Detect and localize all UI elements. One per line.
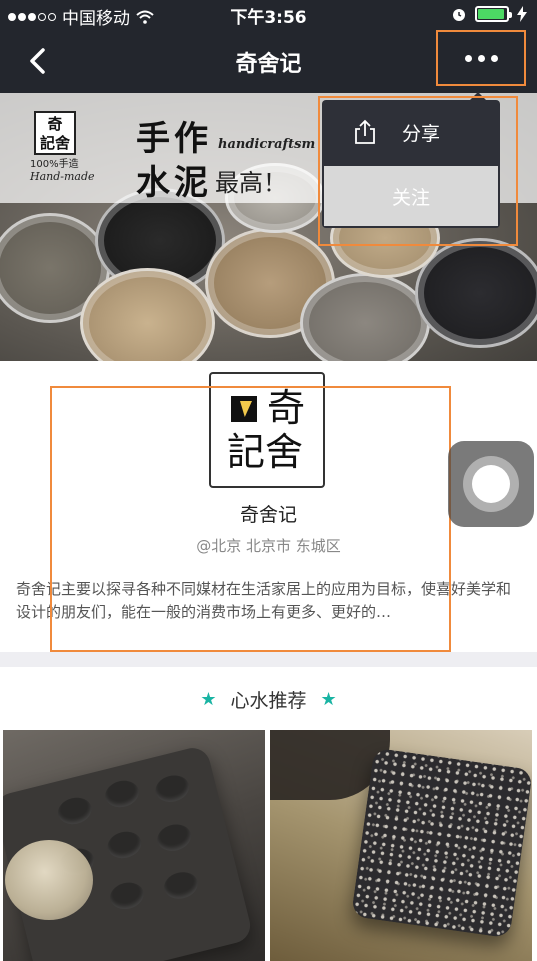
status-bar: 中国移动 下午3:56 xyxy=(0,0,537,30)
star-icon: ★ xyxy=(320,689,337,710)
banner-headline-2: 水泥 xyxy=(136,163,212,203)
banner-headline-en: handicraftsm xyxy=(218,137,316,152)
popup-menu: 分享 关注 xyxy=(322,92,500,228)
more-dot-icon xyxy=(464,54,472,62)
recommend-header: ★ 心水推荐 ★ xyxy=(0,686,537,713)
menu-item-follow[interactable]: 关注 xyxy=(324,166,498,226)
cup-image xyxy=(300,273,430,361)
top-bar: 中国移动 下午3:56 奇舍记 xyxy=(0,0,537,93)
banner-headline-3: 最高！ xyxy=(215,169,287,197)
product-card-right[interactable] xyxy=(270,730,532,961)
assistive-touch-button[interactable] xyxy=(448,441,534,527)
menu-item-share[interactable]: 分享 xyxy=(322,100,500,164)
profile-description[interactable]: 奇舍记主要以探寻各种不同媒材在生活家居上的应用为目标，使喜好美学和设计的朋友们，… xyxy=(16,578,524,624)
recommend-title: 心水推荐 xyxy=(230,690,307,712)
menu-item-share-label: 分享 xyxy=(402,122,441,145)
star-icon: ★ xyxy=(200,689,217,710)
battery-icon xyxy=(475,6,512,22)
more-dot-icon xyxy=(490,54,498,62)
brand-tagline: 100%手造 Hand-made xyxy=(30,159,95,183)
profile-avatar-text: 奇 記舍 xyxy=(227,386,306,474)
section-divider xyxy=(0,652,537,667)
brand-logo: 奇 記舍 xyxy=(34,111,76,155)
alarm-icon xyxy=(453,9,465,21)
profile-avatar[interactable]: 奇 記舍 xyxy=(209,372,325,488)
profile-location: @北京 北京市 东城区 xyxy=(196,537,341,555)
charging-icon xyxy=(517,6,527,22)
product-image-terrazzo-coaster xyxy=(350,747,532,939)
more-dot-icon xyxy=(477,54,485,62)
product-image-glass xyxy=(5,840,93,920)
more-menu-button[interactable] xyxy=(436,30,526,86)
back-chevron-icon[interactable] xyxy=(22,44,56,78)
nav-bar: 奇舍记 xyxy=(0,30,537,93)
banner-headline-1: 手作 xyxy=(136,119,212,159)
share-icon xyxy=(355,119,375,144)
product-card-left[interactable] xyxy=(3,730,265,961)
menu-item-follow-label: 关注 xyxy=(391,186,430,209)
status-right xyxy=(451,6,527,22)
assistive-dot-icon xyxy=(472,465,510,503)
